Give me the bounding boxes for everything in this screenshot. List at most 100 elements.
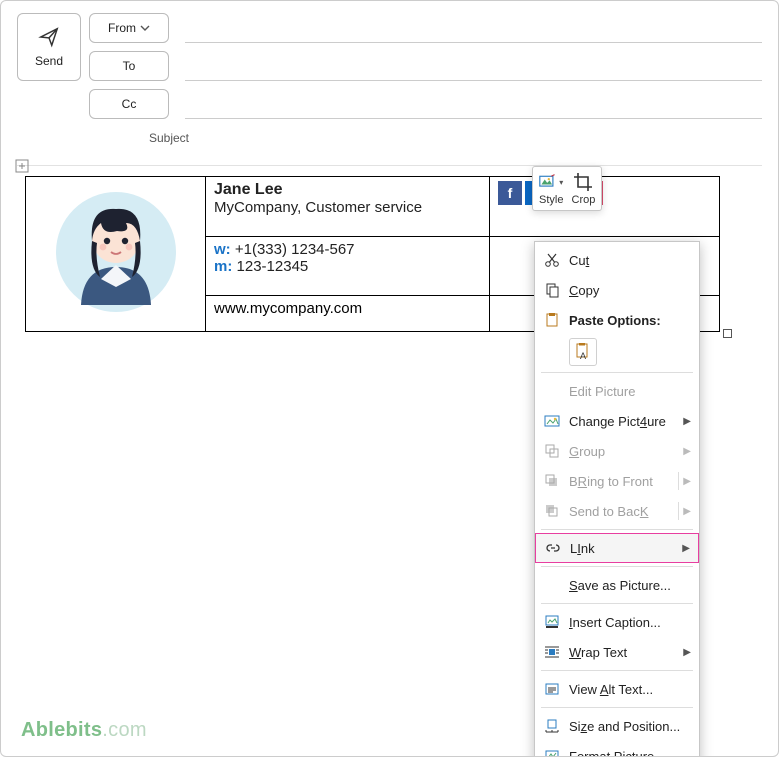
paste-keep-text-button[interactable]: A (569, 338, 597, 366)
submenu-arrow-icon: ▶ (683, 446, 691, 457)
work-phone-label: w: (214, 241, 231, 258)
social-icons: f in p ● (498, 181, 711, 205)
subject-label: Subject (95, 131, 195, 145)
menu-bring-to-front-label: BRing to Front (569, 474, 674, 489)
menu-wrap-text[interactable]: Wrap Text ▶ (535, 637, 699, 667)
link-icon (545, 540, 561, 556)
body-separator (17, 165, 762, 166)
menu-cut-label: Cut (569, 253, 691, 268)
menu-separator (541, 372, 693, 373)
menu-edit-picture: Edit Picture (535, 376, 699, 406)
menu-view-alt-text-label: View Alt Text... (569, 682, 691, 697)
social-cell: f in p ● (490, 177, 720, 237)
to-button[interactable]: To (89, 51, 169, 81)
submenu-arrow-icon: ▶ (683, 647, 691, 658)
menu-copy[interactable]: Copy (535, 275, 699, 305)
avatar-cell (26, 177, 206, 332)
signature-name: Jane Lee (214, 181, 481, 199)
phone-cell: w: +1(333) 1234-567 m: 123-12345 (206, 237, 490, 296)
style-label: Style (539, 194, 563, 206)
style-button[interactable]: ▾ Style (539, 171, 563, 206)
group-icon (544, 443, 560, 459)
send-to-back-icon (544, 503, 560, 519)
crop-button[interactable]: Crop (571, 171, 595, 206)
website-cell: www.mycompany.com (206, 296, 490, 332)
address-buttons-column: From To Cc (89, 13, 169, 119)
submenu-arrow-icon: ▶ (683, 506, 691, 517)
watermark: Ablebits.com (21, 719, 147, 742)
cc-label: Cc (122, 97, 137, 111)
signature-company: MyCompany, Customer service (214, 199, 481, 216)
subject-row: Subject (95, 131, 762, 145)
menu-link-label: LInk (570, 541, 682, 556)
outlook-compose-window: Send From To Cc Subject (0, 0, 779, 757)
send-icon (38, 26, 60, 48)
chevron-down-icon (140, 23, 150, 33)
menu-cut[interactable]: Cut (535, 245, 699, 275)
to-label: To (123, 59, 136, 73)
menu-send-to-back: Send to BacK ▶ (535, 496, 699, 526)
menu-group: Group ▶ (535, 436, 699, 466)
menu-format-picture[interactable]: Format Picture... (535, 741, 699, 757)
watermark-brand: Ablebits (21, 719, 102, 741)
menu-edit-picture-label: Edit Picture (569, 384, 691, 399)
crop-icon (573, 172, 593, 192)
alt-text-icon (544, 681, 560, 697)
compose-header: Send From To Cc (17, 13, 762, 127)
svg-text:A: A (580, 351, 586, 361)
menu-view-alt-text[interactable]: View Alt Text... (535, 674, 699, 704)
menu-copy-label: Copy (569, 283, 691, 298)
menu-bring-to-front: BRing to Front ▶ (535, 466, 699, 496)
from-field[interactable] (185, 13, 762, 43)
cc-field[interactable] (185, 89, 762, 119)
menu-size-position-label: Size and Position... (569, 719, 691, 734)
address-fields-column (177, 13, 762, 127)
insert-caption-icon (544, 614, 560, 630)
change-picture-icon (544, 413, 560, 429)
paste-options-label: Paste Options: (569, 313, 691, 328)
menu-separator (541, 707, 693, 708)
cc-button[interactable]: Cc (89, 89, 169, 119)
menu-link[interactable]: LInk ▶ (535, 533, 699, 563)
menu-change-picture[interactable]: Change Pict4ure ▶ (535, 406, 699, 436)
menu-separator (541, 566, 693, 567)
send-label: Send (35, 54, 63, 68)
menu-save-as-picture-label: Save as Picture... (569, 578, 691, 593)
to-field[interactable] (185, 51, 762, 81)
picture-mini-toolbar: ▾ Style Crop (532, 166, 602, 211)
mobile-phone-label: m: (214, 258, 232, 275)
format-picture-icon (544, 748, 560, 757)
name-company-cell: Jane Lee MyCompany, Customer service (206, 177, 490, 237)
facebook-icon[interactable]: f (498, 181, 522, 205)
wrap-text-icon (544, 644, 560, 660)
menu-paste-options-heading: Paste Options: (535, 305, 699, 335)
selection-handle[interactable] (723, 329, 732, 338)
submenu-arrow-icon: ▶ (683, 416, 691, 427)
paste-icon (544, 312, 560, 328)
cut-icon (544, 252, 560, 268)
menu-send-to-back-label: Send to BacK (569, 504, 674, 519)
menu-change-picture-label: Change Pict4ure (569, 414, 683, 429)
menu-insert-caption[interactable]: Insert Caption... (535, 607, 699, 637)
paste-options-row: A (535, 335, 699, 369)
picture-context-menu: Cut Copy Paste Options: A Edit Picture C… (534, 241, 700, 757)
picture-style-icon (539, 172, 557, 192)
paste-keep-text-icon: A (574, 343, 592, 361)
menu-size-and-position[interactable]: Size and Position... (535, 711, 699, 741)
chevron-down-icon: ▾ (559, 178, 563, 187)
from-button[interactable]: From (89, 13, 169, 43)
signature-website[interactable]: www.mycompany.com (214, 300, 362, 317)
menu-wrap-text-label: Wrap Text (569, 645, 683, 660)
submenu-arrow-icon: ▶ (682, 543, 690, 554)
size-position-icon (544, 718, 560, 734)
submenu-arrow-icon: ▶ (683, 476, 691, 487)
table-anchor-icon[interactable] (15, 159, 29, 173)
menu-insert-caption-label: Insert Caption... (569, 615, 691, 630)
send-button[interactable]: Send (17, 13, 81, 81)
menu-separator (541, 670, 693, 671)
crop-label: Crop (572, 194, 596, 206)
avatar-image[interactable] (51, 187, 181, 317)
watermark-domain: .com (102, 719, 147, 741)
menu-save-as-picture[interactable]: Save as Picture... (535, 570, 699, 600)
work-phone-value: +1(333) 1234-567 (235, 241, 355, 258)
